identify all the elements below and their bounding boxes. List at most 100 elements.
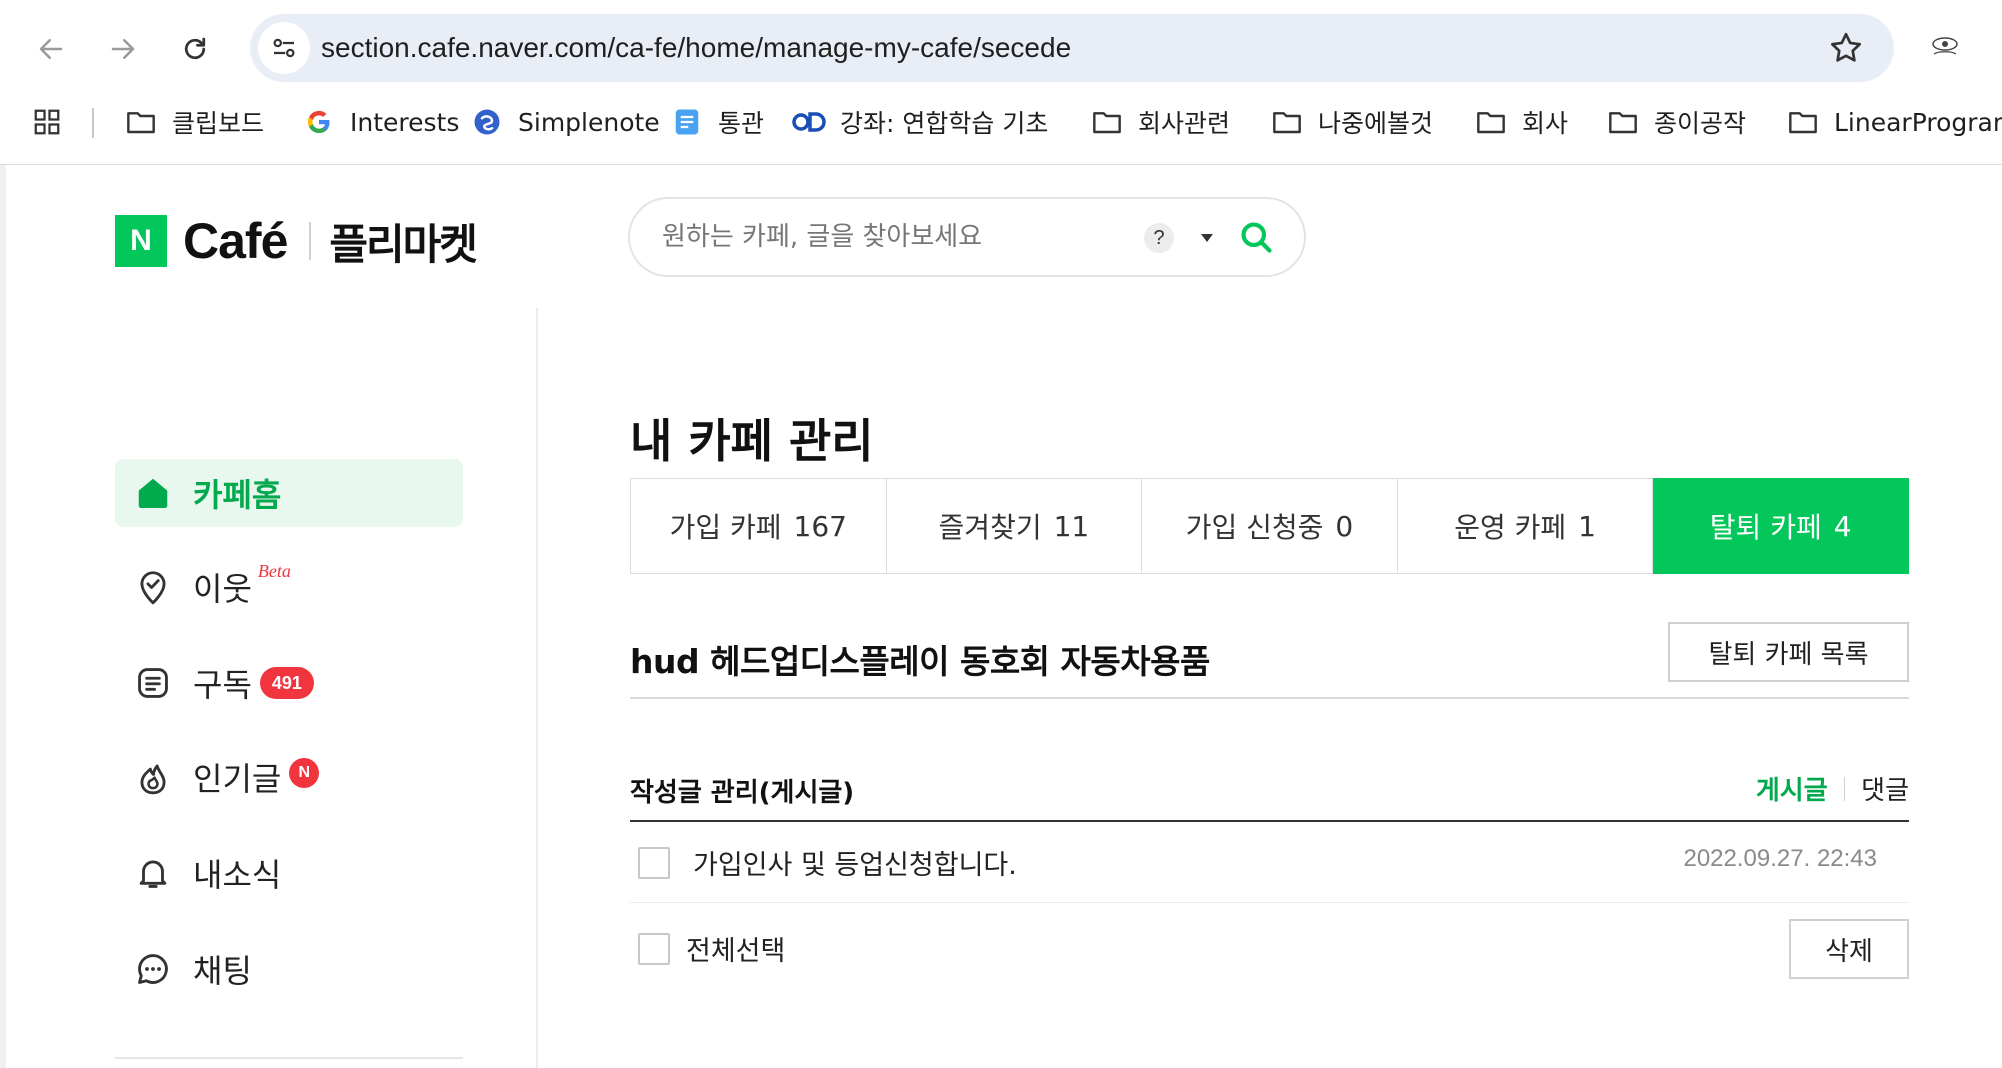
tab-managed-cafes[interactable]: 운영 카페 1 <box>1397 478 1654 574</box>
folder-icon <box>1474 105 1508 139</box>
search-input[interactable] <box>662 199 1132 275</box>
section-title: 작성글 관리(게시글) <box>630 778 855 808</box>
site-info-button[interactable] <box>258 22 310 74</box>
post-checkbox[interactable] <box>638 847 670 879</box>
post-type-tabs: 게시글 댓글 <box>1756 770 1909 807</box>
beta-badge: Beta <box>257 560 291 581</box>
cafe-page: N Café 플리마켓 ? 카페홈 이웃 Beta <box>0 165 2002 1068</box>
document-icon <box>133 663 173 703</box>
tab-posts[interactable]: 게시글 <box>1756 770 1828 807</box>
google-icon <box>302 105 336 139</box>
sidebar-item-label: 구독 <box>193 666 252 704</box>
tab-separator <box>1843 776 1846 801</box>
sidebar-item-neighbors[interactable]: 이웃 Beta <box>115 553 463 621</box>
tab-count: 11 <box>1053 509 1090 543</box>
bookmark-label: 종이공작 <box>1654 109 1747 138</box>
home-icon <box>133 473 173 513</box>
chat-icon <box>133 949 173 989</box>
delete-button[interactable]: 삭제 <box>1789 919 1909 979</box>
location-check-icon <box>133 567 173 607</box>
sidebar-item-my-news[interactable]: 내소식 <box>115 839 463 907</box>
forward-button[interactable] <box>100 26 146 72</box>
bookmark-item[interactable]: 강좌: 연합학습 기초 <box>792 92 1048 152</box>
sidebar-item-subscribe[interactable]: 구독 491 <box>115 649 463 717</box>
bell-icon <box>133 853 173 893</box>
tab-left-cafes[interactable]: 탈퇴 카페 4 <box>1653 478 1909 574</box>
folder-icon <box>1606 105 1640 139</box>
folder-icon <box>1270 105 1304 139</box>
bookmark-item[interactable]: Interests <box>302 92 459 152</box>
cafe-tabs: 가입 카페 167 즐겨찾기 11 가입 신청중 0 운영 카페 1 탈퇴 카페 4 <box>630 478 1909 574</box>
post-row: 가입인사 및 등업신청합니다. 2022.09.27. 22:43 <box>630 823 1909 903</box>
bookmark-item[interactable]: LinearProgramn <box>1786 92 2002 152</box>
bookmark-label: LinearProgramn <box>1834 107 2002 137</box>
extension-icon[interactable] <box>1928 30 1962 64</box>
logo-divider <box>309 222 312 260</box>
bookmark-label: 강좌: 연합학습 기초 <box>840 109 1049 138</box>
section-divider <box>630 820 1909 822</box>
tab-count: 0 <box>1335 509 1354 543</box>
folder-icon <box>1090 105 1124 139</box>
post-date: 2022.09.27. 22:43 <box>1683 845 1877 872</box>
page-title: 내 카페 관리 <box>630 414 874 468</box>
arrow-right-icon <box>111 39 135 59</box>
bookmark-label: Simplenote <box>518 107 660 137</box>
cd-logo-icon <box>792 105 826 139</box>
apps-button[interactable] <box>30 92 78 152</box>
tab-pending[interactable]: 가입 신청중 0 <box>1142 478 1398 574</box>
new-badge: N <box>289 758 320 788</box>
bookmark-item[interactable]: 통관 <box>670 92 764 152</box>
bookmark-item[interactable]: 클립보드 <box>124 92 264 152</box>
search-button[interactable] <box>1234 215 1278 259</box>
select-all-checkbox[interactable] <box>638 933 670 965</box>
bookmark-item[interactable]: Simplenote <box>470 92 660 152</box>
sidebar-item-chat[interactable]: 채팅 <box>115 935 463 1003</box>
bookmark-item[interactable]: 회사 <box>1474 92 1568 152</box>
post-title[interactable]: 가입인사 및 등업신청합니다. <box>693 843 1017 882</box>
window-edge <box>0 165 6 1068</box>
browser-chrome: section.cafe.naver.com/ca-fe/home/manage… <box>0 0 2002 165</box>
tab-label: 즐겨찾기 <box>938 511 1042 544</box>
bookmark-label: 클립보드 <box>172 109 265 138</box>
tab-favorites[interactable]: 즐겨찾기 11 <box>886 478 1143 574</box>
reload-button[interactable] <box>172 26 218 72</box>
sidebar-item-label: 내소식 <box>193 856 282 894</box>
naver-cafe-logo[interactable]: N Café 플리마켓 <box>115 211 478 272</box>
address-bar[interactable]: section.cafe.naver.com/ca-fe/home/manage… <box>250 14 1894 82</box>
bookmark-star-icon[interactable] <box>1828 30 1864 66</box>
search-options-button[interactable] <box>1198 229 1216 247</box>
bookmark-item[interactable]: 종이공작 <box>1606 92 1746 152</box>
tune-icon <box>273 38 295 58</box>
bookmark-label: Interests <box>350 107 460 137</box>
tab-joined-cafes[interactable]: 가입 카페 167 <box>630 478 887 574</box>
tab-comments[interactable]: 댓글 <box>1861 770 1909 807</box>
select-all-label[interactable]: 전체선택 <box>686 929 785 968</box>
left-cafe-list-button[interactable]: 탈퇴 카페 목록 <box>1668 622 1909 682</box>
sidebar-item-popular[interactable]: 인기글 N <box>115 743 463 811</box>
tab-count: 4 <box>1833 509 1852 543</box>
sidebar-item-label: 채팅 <box>193 952 252 990</box>
tab-label: 운영 카페 <box>1454 511 1567 544</box>
back-button[interactable] <box>28 26 74 72</box>
fire-icon <box>133 757 173 797</box>
tab-label: 탈퇴 카페 <box>1709 511 1822 544</box>
flea-market-link[interactable]: 플리마켓 <box>329 211 478 272</box>
url-text[interactable]: section.cafe.naver.com/ca-fe/home/manage… <box>321 14 1071 82</box>
search-help-button[interactable]: ? <box>1144 223 1174 253</box>
bookmark-label: 통관 <box>718 109 765 138</box>
folder-icon <box>1786 105 1820 139</box>
bookmark-item[interactable]: 나중에볼것 <box>1270 92 1433 152</box>
cafe-name: hud 헤드업디스플레이 동호회 자동차용품 <box>630 642 1210 681</box>
subscribe-count-badge: 491 <box>259 667 314 699</box>
cafe-wordmark: Café <box>183 213 288 269</box>
reload-icon <box>184 37 206 60</box>
bookmarks-bar: 클립보드 Interests Simplenote 통관 강좌: 연합학습 기초… <box>0 92 2002 152</box>
content-divider <box>536 308 538 1068</box>
apps-grid-icon <box>30 105 64 139</box>
sidebar-item-cafe-home[interactable]: 카페홈 <box>115 459 463 527</box>
bookmark-item[interactable]: 회사관련 <box>1090 92 1230 152</box>
doc-app-icon <box>670 105 704 139</box>
tab-count: 1 <box>1578 509 1596 543</box>
naver-n-logo: N <box>115 215 167 267</box>
tab-count: 167 <box>793 509 847 543</box>
